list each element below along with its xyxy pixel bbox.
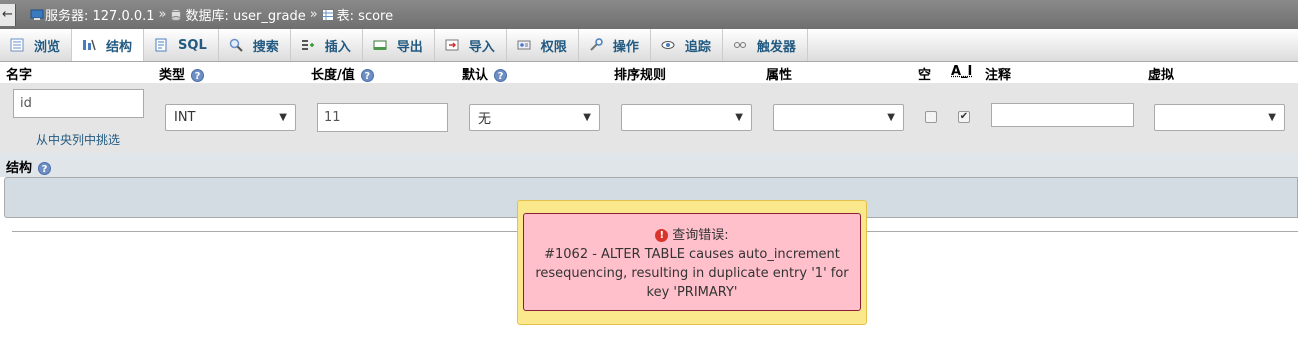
tab-privileges[interactable]: 权限: [507, 29, 579, 61]
tab-operations[interactable]: 操作: [579, 29, 651, 61]
column-name-header: 名字: [6, 68, 33, 83]
column-default-header: 默认?: [462, 64, 508, 83]
tab-browse[interactable]: 浏览: [0, 29, 73, 61]
field-name-input[interactable]: id: [13, 89, 144, 118]
column-attributes-header: 属性: [766, 68, 793, 83]
virtual-select[interactable]: ▼: [1154, 104, 1285, 131]
null-checkbox[interactable]: [925, 111, 937, 123]
tab-label: 搜索: [252, 39, 279, 55]
error-icon: !: [655, 229, 669, 242]
server-icon: [30, 9, 44, 21]
column-default-label: 默认: [462, 68, 489, 83]
tab-export[interactable]: 导出: [363, 29, 435, 61]
help-icon[interactable]: ?: [191, 69, 205, 82]
tab-tracking[interactable]: 追踪: [651, 29, 723, 61]
breadcrumb-table[interactable]: 表: score: [321, 5, 394, 24]
breadcrumb-separator: »: [158, 7, 167, 22]
tab-sql[interactable]: SQL: [144, 29, 219, 61]
tab-label: SQL: [178, 37, 207, 53]
breadcrumb-server-label: 服务器: 127.0.0.1: [45, 9, 155, 24]
column-virtual-header: 虚拟: [1148, 68, 1175, 83]
column-header-row: 名字 类型? 长度/值? 默认? 排序规则 属性 空 A_I 注释 虚拟: [0, 62, 1298, 83]
tab-label: 浏览: [34, 39, 61, 55]
search-icon: [229, 38, 245, 52]
column-collation-header: 排序规则: [614, 68, 667, 83]
column-length-label: 长度/值: [311, 68, 355, 83]
length-input[interactable]: 11: [317, 103, 448, 132]
type-select[interactable]: INT ▼: [165, 104, 296, 131]
eye-icon: [661, 38, 677, 52]
tab-label: 结构: [106, 39, 133, 55]
tab-search[interactable]: 搜索: [219, 29, 291, 61]
export-icon: [373, 38, 389, 52]
error-text: #1062 - ALTER TABLE causes auto_incremen…: [535, 247, 849, 300]
default-select-value: 无: [478, 112, 492, 127]
tab-label: 追踪: [684, 39, 711, 55]
column-null-header: 空: [918, 68, 932, 83]
tab-label: 插入: [324, 39, 351, 55]
breadcrumb-table-label: 表: score: [336, 9, 394, 24]
attributes-select[interactable]: ▼: [773, 104, 904, 131]
tab-structure[interactable]: 结构: [72, 29, 145, 61]
database-icon: [170, 8, 183, 21]
help-icon[interactable]: ?: [38, 162, 52, 175]
back-arrow-icon[interactable]: ←: [0, 3, 16, 26]
browse-icon: [10, 38, 26, 52]
column-comment-header: 注释: [985, 68, 1012, 83]
chevron-down-icon: ▼: [735, 112, 743, 123]
column-type-label: 类型: [159, 68, 186, 83]
breadcrumb-database-label: 数据库: user_grade: [185, 9, 306, 24]
structure-section-header: 结构?: [0, 153, 1298, 177]
field-row: id 从中央列中挑选 INT ▼ 11 无 ▼ ▼ ▼ ✔ ▼: [0, 83, 1298, 153]
table-icon: [321, 8, 334, 21]
privileges-icon: [517, 38, 533, 52]
breadcrumb-database[interactable]: 数据库: user_grade: [170, 5, 306, 24]
structure-heading: 结构: [6, 161, 33, 176]
column-ai-header: A_I: [951, 64, 973, 79]
column-length-header: 长度/值?: [311, 64, 374, 83]
chevron-down-icon: ▼: [1268, 112, 1276, 123]
default-select[interactable]: 无 ▼: [469, 104, 600, 131]
auto-increment-checkbox[interactable]: ✔: [958, 111, 970, 123]
chevron-down-icon: ▼: [887, 112, 895, 123]
wrench-icon: [589, 38, 605, 52]
error-message-box: ! 查询错误: #1062 - ALTER TABLE causes auto_…: [523, 213, 861, 311]
import-icon: [445, 38, 461, 52]
tab-label: 导入: [468, 39, 495, 55]
tab-label: 权限: [540, 39, 567, 55]
help-icon[interactable]: ?: [494, 69, 508, 82]
pick-central-column-link[interactable]: 从中央列中挑选: [36, 131, 120, 148]
breadcrumb-separator: »: [309, 7, 318, 22]
error-title: ! 查询错误:: [524, 226, 860, 245]
help-icon[interactable]: ?: [360, 69, 374, 82]
tab-bar: 浏览 结构 SQL 搜索 插入 导出 导入 权限 操作 追踪 触发器: [0, 29, 1298, 62]
structure-icon: [82, 38, 98, 52]
tab-triggers[interactable]: 触发器: [723, 29, 808, 61]
chevron-down-icon: ▼: [279, 112, 287, 123]
tab-import[interactable]: 导入: [435, 29, 507, 61]
triggers-icon: [733, 38, 749, 52]
tab-label: 触发器: [756, 39, 796, 55]
breadcrumb-server[interactable]: 服务器: 127.0.0.1: [30, 5, 155, 24]
type-select-value: INT: [174, 110, 196, 125]
column-type-header: 类型?: [159, 64, 205, 83]
chevron-down-icon: ▼: [583, 112, 591, 123]
breadcrumb: ← 服务器: 127.0.0.1 » 数据库: user_grade » 表: …: [0, 0, 1298, 29]
insert-icon: [301, 38, 317, 52]
sql-icon: [154, 38, 170, 52]
tab-insert[interactable]: 插入: [291, 29, 363, 61]
tab-label: 操作: [612, 39, 639, 55]
tab-label: 导出: [396, 39, 423, 55]
comment-textarea[interactable]: [991, 103, 1134, 127]
collation-select[interactable]: ▼: [621, 104, 752, 131]
error-title-label: 查询错误:: [672, 228, 729, 243]
